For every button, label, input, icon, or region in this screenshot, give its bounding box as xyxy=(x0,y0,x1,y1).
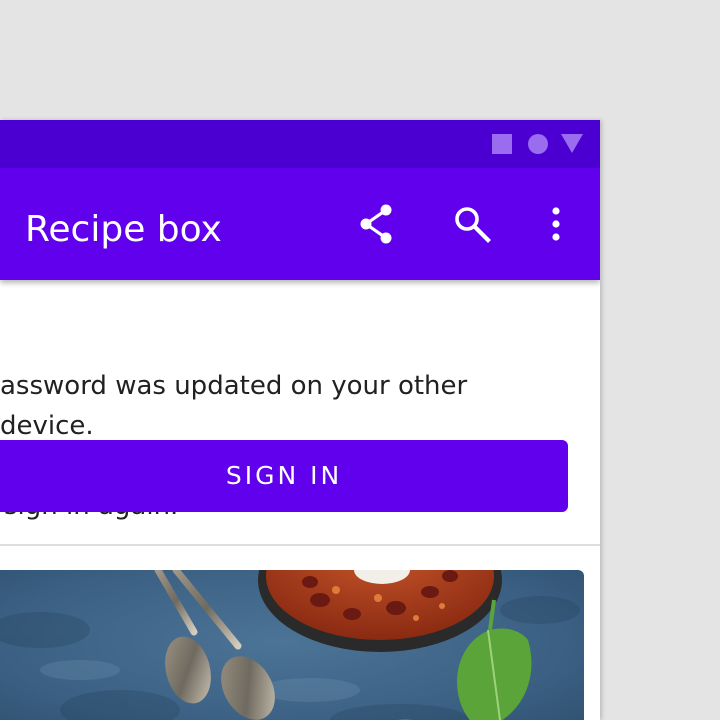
sign-in-button-label: SIGN IN xyxy=(225,461,343,490)
banner-message-line-1: assword was updated on your other device… xyxy=(0,371,468,441)
sign-in-button[interactable]: SIGN IN xyxy=(0,440,568,512)
phone-frame: Recipe box assword was updated on your o… xyxy=(0,120,600,720)
search-icon[interactable] xyxy=(448,200,496,248)
more-vert-icon[interactable] xyxy=(532,200,580,248)
square-icon xyxy=(492,134,512,154)
banner: assword was updated on your other device… xyxy=(0,280,600,545)
circle-icon xyxy=(528,134,548,154)
app-title: Recipe box xyxy=(25,209,222,250)
triangle-icon xyxy=(561,134,583,153)
status-bar xyxy=(0,120,600,168)
recipe-photo[interactable] xyxy=(0,570,584,720)
divider xyxy=(0,544,600,546)
top-app-bar: Recipe box xyxy=(0,168,600,280)
share-icon[interactable] xyxy=(352,200,400,248)
